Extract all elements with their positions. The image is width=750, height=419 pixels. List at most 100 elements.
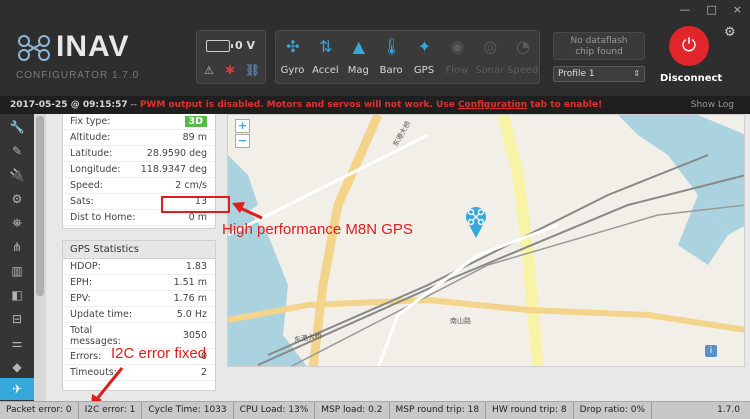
- scrollbar-thumb[interactable]: [36, 116, 44, 296]
- sensor-label: Accel: [312, 65, 339, 76]
- gyro-icon: ✣: [286, 37, 300, 56]
- gps-annotation: High performance M8N GPS: [222, 221, 413, 238]
- row-key: Altitude:: [70, 132, 111, 143]
- row-key: Longitude:: [70, 164, 121, 175]
- row-value: 5.0 Hz: [176, 309, 207, 320]
- mag-icon: ▲: [352, 37, 365, 56]
- sensor-label: Sonar: [475, 65, 505, 76]
- stats-row-timeouts: Timeouts: 2: [63, 365, 215, 381]
- speed-icon: ◔: [516, 37, 531, 56]
- nav-calibration-icon[interactable]: ✎: [0, 140, 34, 162]
- log-date: 2017-05-25 @ 09:15:57: [10, 100, 128, 110]
- sensor-accel: ⇅ Accel: [309, 31, 342, 83]
- battery-icon: [206, 40, 233, 52]
- row-key: Timeouts:: [70, 367, 117, 378]
- sensor-label: Speed: [506, 65, 539, 76]
- profile-value: Profile 1: [558, 69, 595, 79]
- status-msp-load: MSP load: 0.2: [315, 402, 390, 419]
- baro-icon: 🌡: [381, 37, 402, 56]
- nav-gps-icon[interactable]: ✈: [0, 378, 34, 400]
- sensor-label: Baro: [379, 65, 403, 76]
- zoom-in-button[interactable]: +: [235, 119, 250, 133]
- nav-adjustments-icon[interactable]: ⊟: [0, 308, 34, 330]
- bridge-road: [228, 296, 744, 333]
- nav-failsafe-icon[interactable]: ⛯: [0, 212, 34, 234]
- row-key: Total messages:: [70, 325, 121, 347]
- gps-statistics-panel: GPS Statistics HDOP: 1.83 EPH: 1.51 m EPV:…: [62, 240, 216, 391]
- nav-receiver-icon[interactable]: ▥: [0, 260, 34, 282]
- drone-marker-icon: [466, 207, 486, 238]
- row-value: 28.9590 deg: [146, 148, 207, 159]
- railway-2: [257, 174, 744, 366]
- battery-status: 0 V ⚠ ✱ ⛓: [196, 30, 266, 84]
- stats-title: GPS Statistics: [63, 241, 215, 259]
- chevron-updown-icon: ⇕: [633, 69, 640, 78]
- row-key: Errors:: [70, 351, 102, 362]
- app-header: — □ × INAV CONFIGURATOR 1.7.0 0 V ⚠ ✱ ⛓ …: [0, 0, 750, 96]
- logo-text: INAV: [56, 30, 130, 63]
- dataflash-line: No dataflash: [570, 36, 628, 46]
- zoom-out-button[interactable]: −: [235, 134, 250, 148]
- sensor-speed: ◔ Speed: [506, 31, 539, 83]
- nav-ports-icon[interactable]: 🔌: [0, 164, 34, 186]
- log-bar: 2017-05-25 @ 09:15:57 -- PWM output is d…: [0, 96, 750, 114]
- highway: [497, 115, 544, 366]
- map-canvas: [228, 115, 744, 366]
- row-value: 2: [200, 367, 207, 378]
- logo-subtitle: CONFIGURATOR 1.7.0: [16, 70, 140, 81]
- dataflash-status: No dataflash chip found: [553, 32, 645, 60]
- nav-modes-icon[interactable]: ◧: [0, 284, 34, 306]
- status-cpu-load: CPU Load: 13%: [234, 402, 316, 419]
- stats-row-update-time: Update time: 5.0 Hz: [63, 307, 215, 323]
- sensor-label: GPS: [413, 65, 435, 76]
- gps-icon: ✦: [417, 37, 432, 56]
- gps-row-altitude: Altitude: 89 m: [63, 130, 215, 146]
- row-key: EPV:: [70, 293, 91, 304]
- gps-map[interactable]: + − 东港大桥 东港大桥 南山路 i: [227, 114, 745, 367]
- row-value: 1.76 m: [173, 293, 207, 304]
- railway-1: [267, 154, 709, 356]
- row-value: 1.51 m: [173, 277, 207, 288]
- sidebar-nav: 🔧 ✎ 🔌 ⚙ ⛯ ⋔ ▥ ◧ ⊟ ⚌ ◆ ✈: [0, 114, 34, 401]
- close-button[interactable]: ×: [733, 3, 742, 16]
- usb-icon: ⏻: [681, 35, 697, 56]
- flow-icon: ◉: [450, 37, 465, 56]
- configuration-link[interactable]: Configuration: [458, 100, 527, 110]
- gps-row-fix: Fix type: 3D: [63, 114, 215, 130]
- river-branch-shape: [228, 155, 258, 225]
- nav-pid-icon[interactable]: ⋔: [0, 236, 34, 258]
- profile-select[interactable]: Profile 1 ⇕: [553, 66, 645, 82]
- nav-mixer-icon[interactable]: ⚌: [0, 332, 34, 354]
- row-key: Dist to Home:: [70, 212, 136, 223]
- disconnect-label[interactable]: Disconnect: [660, 73, 722, 84]
- row-value: 118.9347 deg: [140, 164, 207, 175]
- status-msp-round-trip: MSP round trip: 18: [390, 402, 487, 419]
- armed-icon: ✱: [225, 63, 236, 77]
- lake-shape: [618, 115, 744, 235]
- sensor-status: ✣ Gyro ⇅ Accel ▲ Mag 🌡 Baro ✦ GPS ◉ Flow…: [275, 30, 540, 84]
- sensor-gps: ✦ GPS: [408, 31, 441, 83]
- maximize-button[interactable]: □: [706, 3, 716, 16]
- nav-motors-icon[interactable]: ◆: [0, 356, 34, 378]
- map-info-button[interactable]: i: [705, 345, 717, 357]
- nav-setup-icon[interactable]: 🔧: [0, 116, 34, 138]
- nav-configuration-icon[interactable]: ⚙: [0, 188, 34, 210]
- row-key: Latitude:: [70, 148, 113, 159]
- sonar-icon: ◎: [483, 37, 498, 56]
- sensor-baro: 🌡 Baro: [375, 31, 408, 83]
- show-log-link[interactable]: Show Log: [691, 96, 734, 114]
- log-separator: --: [127, 100, 140, 110]
- stats-row-hdop: HDOP: 1.83: [63, 259, 215, 275]
- sensor-sonar: ◎ Sonar: [473, 31, 506, 83]
- disconnect-button[interactable]: ⏻: [669, 26, 709, 66]
- gear-icon[interactable]: ⚙: [724, 25, 736, 40]
- accel-icon: ⇅: [319, 37, 333, 56]
- minimize-button[interactable]: —: [679, 3, 690, 16]
- sensor-flow: ◉ Flow: [440, 31, 473, 83]
- sensor-gyro: ✣ Gyro: [276, 31, 309, 83]
- map-label: 南山路: [450, 317, 471, 325]
- log-warning-tail: tab to enable!: [527, 100, 603, 110]
- main-road: [308, 115, 383, 366]
- link-icon: ⛓: [245, 63, 261, 77]
- stats-row-epv: EPV: 1.76 m: [63, 291, 215, 307]
